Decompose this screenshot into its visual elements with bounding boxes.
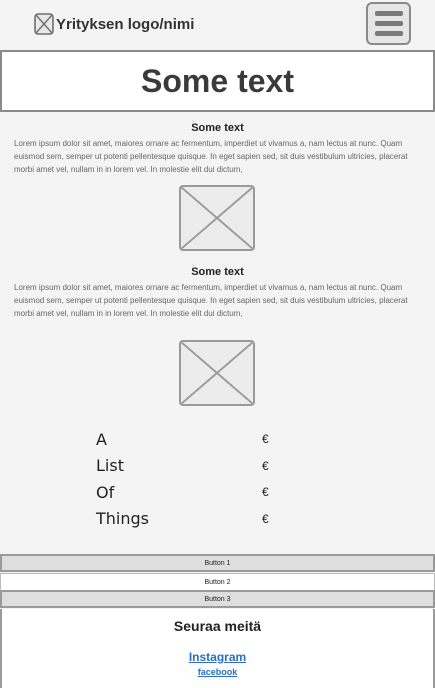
- list-item-label: A: [96, 429, 107, 449]
- image-placeholder-icon: [34, 13, 54, 35]
- button-3[interactable]: Button 3: [0, 590, 435, 608]
- list-item-label: Of: [96, 482, 115, 502]
- image-placeholder-icon: [181, 187, 253, 249]
- list-item-price: €: [262, 511, 269, 526]
- list-item-price: €: [262, 458, 269, 473]
- content-section-1: Some text Lorem ipsum dolor sit amet, ma…: [0, 122, 435, 176]
- list-item: Of €: [96, 479, 296, 506]
- facebook-link[interactable]: facebook: [2, 667, 433, 677]
- site-footer: Seuraa meitä Instagram facebook: [0, 609, 435, 688]
- company-logo[interactable]: Yrityksen logo/nimi: [34, 13, 194, 35]
- list-item-price: €: [262, 432, 269, 447]
- footer-title: Seuraa meitä: [173, 618, 262, 634]
- button-1[interactable]: Button 1: [0, 554, 435, 572]
- image-placeholder-1: [179, 185, 255, 251]
- list-item: A €: [96, 426, 296, 453]
- image-placeholder-2: [179, 340, 255, 406]
- section-title: Some text: [191, 266, 244, 278]
- instagram-link[interactable]: Instagram: [2, 650, 433, 664]
- list-item-label: Things: [96, 509, 149, 529]
- section-title: Some text: [191, 122, 244, 134]
- content-section-2: Some text Lorem ipsum dolor sit amet, ma…: [0, 266, 435, 320]
- list-item-price: €: [262, 485, 269, 500]
- list-item: List €: [96, 453, 296, 480]
- image-placeholder-icon: [181, 342, 253, 404]
- list-item-label: List: [96, 456, 124, 476]
- hamburger-menu-icon: [374, 11, 403, 16]
- button-2[interactable]: Button 2: [0, 573, 435, 591]
- section-body: Lorem ipsum dolor sit amet, maiores orna…: [14, 139, 408, 174]
- section-body: Lorem ipsum dolor sit amet, maiores orna…: [14, 283, 408, 318]
- site-header: Yrityksen logo/nimi: [0, 0, 435, 50]
- price-list: A € List € Of € Things €: [96, 426, 296, 532]
- hero-title: Some text: [141, 62, 294, 99]
- hamburger-menu-button[interactable]: [366, 2, 411, 45]
- hero-banner: Some text: [0, 50, 435, 112]
- company-name: Yrityksen logo/nimi: [56, 15, 195, 33]
- list-item: Things €: [96, 506, 296, 533]
